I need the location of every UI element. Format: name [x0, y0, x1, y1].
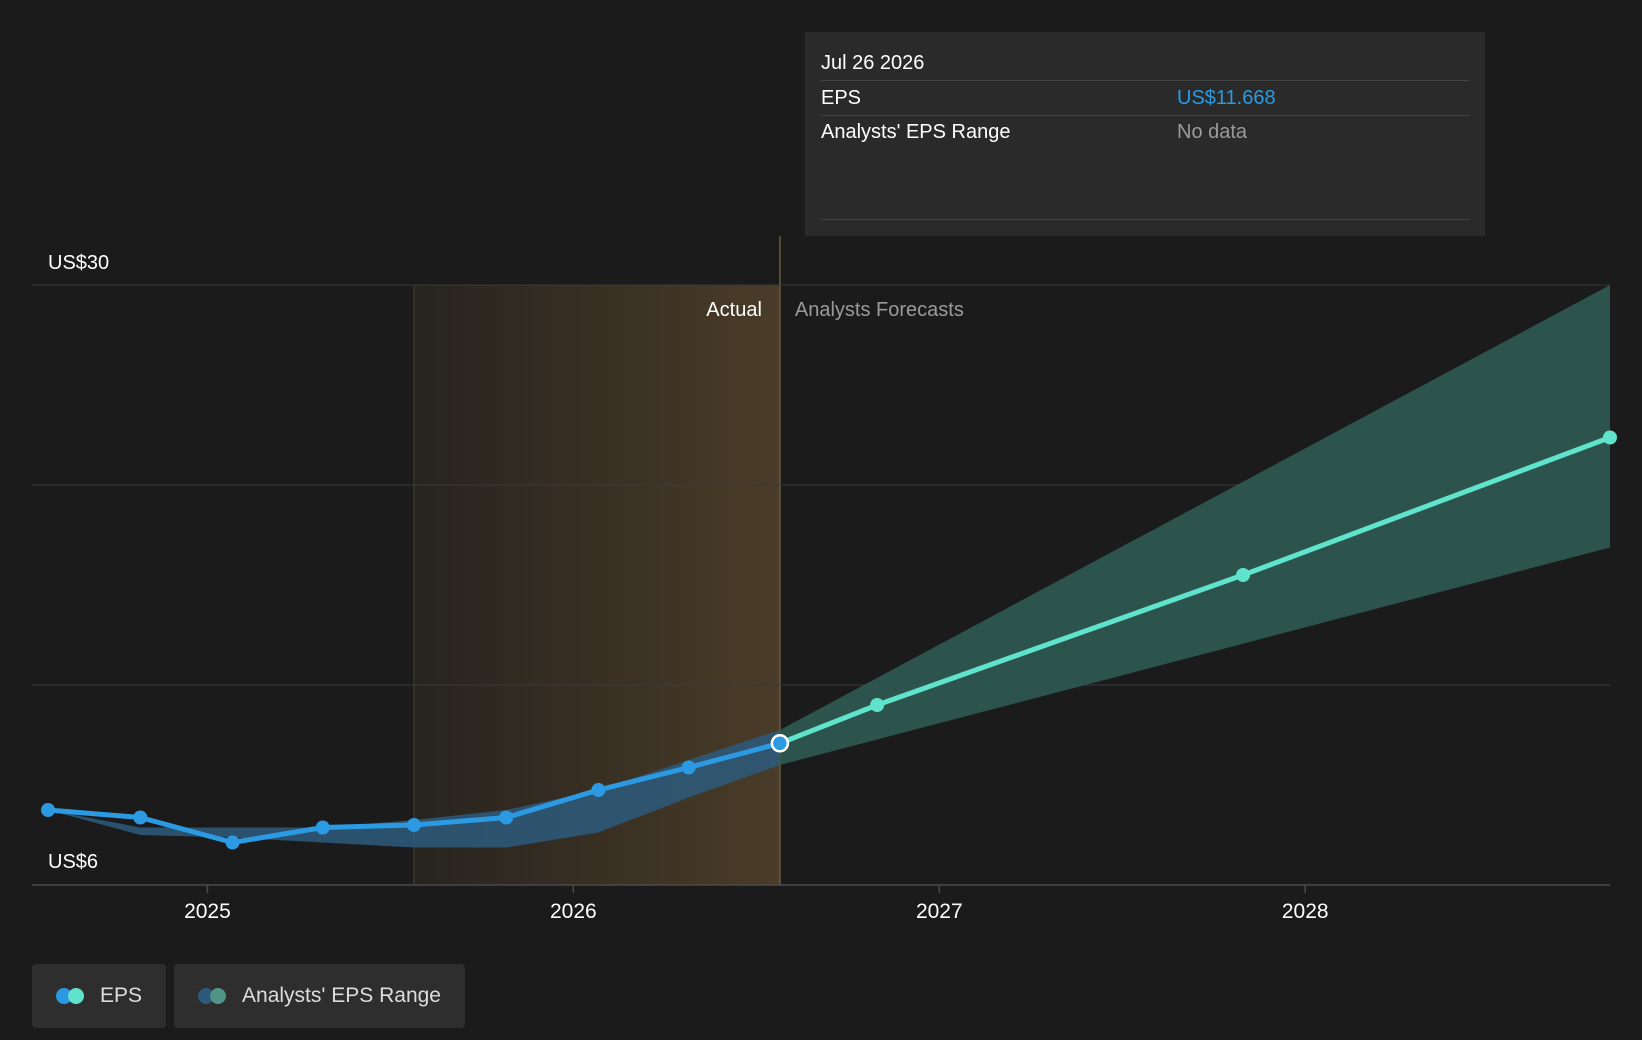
x-tick-label: 2025	[184, 900, 231, 923]
x-tick-label: 2028	[1282, 900, 1329, 923]
y-tick-label-top: US$30	[48, 252, 109, 274]
x-tick-label: 2026	[550, 900, 597, 923]
eps-point-actual	[225, 835, 240, 850]
eps-point-forecast	[1236, 568, 1251, 582]
eps-point-actual	[406, 818, 421, 832]
y-tick-label-bottom: US$6	[48, 851, 98, 873]
legend-eps-label: EPS	[100, 984, 143, 1007]
eps-point-actual	[133, 810, 148, 825]
eps-line-forecast	[777, 435, 1613, 746]
tooltip-eps-row: EPS US$11.668	[821, 81, 1469, 116]
forecast-region-label: Analysts Forecasts	[795, 299, 964, 321]
range-legend-icon	[198, 988, 228, 1004]
tooltip: Jul 26 2026 EPS US$11.668 Analysts' EPS …	[805, 32, 1485, 236]
eps-point-actual	[591, 783, 606, 797]
eps-point-actual	[315, 820, 330, 835]
tooltip-date-row: Jul 26 2026	[821, 46, 1469, 81]
eps-point-actual	[41, 803, 56, 817]
legend-item-range[interactable]: Analysts' EPS Range	[174, 964, 465, 1028]
eps-highlight-point	[770, 734, 790, 753]
legend: EPS Analysts' EPS Range	[32, 964, 465, 1028]
actual-region-label: Actual	[706, 299, 762, 321]
eps-range-band	[48, 285, 1610, 848]
tooltip-range-value: No data	[1177, 121, 1248, 143]
legend-item-eps[interactable]: EPS	[32, 964, 167, 1028]
tooltip-eps-value: US$11.668	[1177, 87, 1276, 109]
tooltip-range-label: Analysts' EPS Range	[821, 121, 1011, 143]
tooltip-eps-label: EPS	[821, 87, 862, 109]
tooltip-divider	[821, 219, 1469, 220]
eps-point-actual	[499, 810, 514, 825]
eps-point-forecast	[870, 698, 885, 712]
tooltip-date: Jul 26 2026	[821, 52, 925, 74]
x-tick-label: 2027	[916, 900, 963, 923]
eps-point-forecast	[1603, 430, 1617, 445]
eps-point-actual	[681, 760, 696, 775]
eps-legend-icon	[56, 988, 86, 1004]
tooltip-range-row: Analysts' EPS Range No data	[821, 115, 1469, 149]
legend-range-label: Analysts' EPS Range	[242, 984, 441, 1007]
